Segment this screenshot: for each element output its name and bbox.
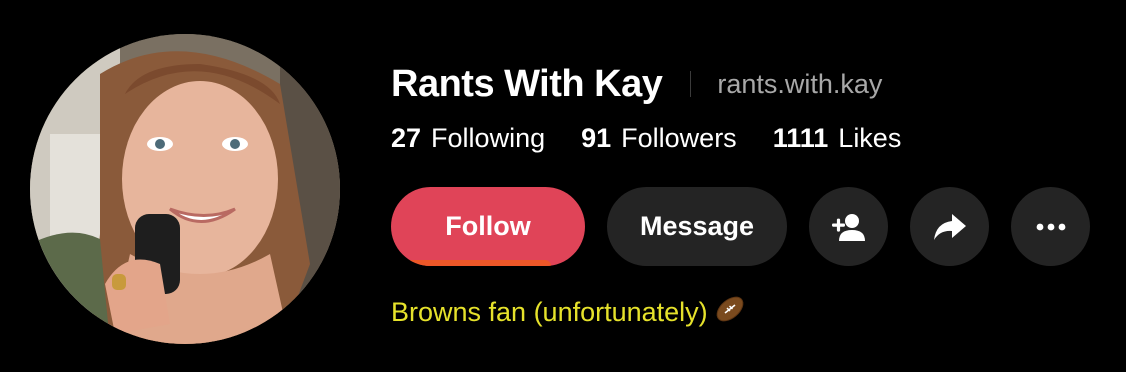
bio: Browns fan (unfortunately) (391, 294, 1111, 331)
following-count: 27 (391, 122, 422, 153)
name-row: Rants With Kay rants.with.kay (391, 56, 1111, 112)
followers-count: 91 (581, 122, 612, 153)
action-buttons: Follow Message (391, 187, 1111, 266)
divider (690, 71, 692, 97)
follow-button-accent (401, 260, 551, 266)
likes-label: Likes (838, 122, 902, 153)
stats-row: 27 Following 91 Followers 1111 Likes (391, 118, 1111, 158)
bio-text: Browns fan (unfortunately) (391, 297, 708, 327)
stat-following[interactable]: 27 Following (391, 123, 545, 154)
following-label: Following (431, 122, 546, 153)
add-friend-button[interactable] (809, 187, 888, 266)
add-user-icon (831, 213, 865, 241)
profile-page: Rants With Kay rants.with.kay 27 Followi… (0, 0, 1126, 372)
follow-button[interactable]: Follow (391, 187, 585, 266)
followers-label: Followers (621, 122, 737, 153)
football-icon (714, 294, 746, 331)
profile-info: Rants With Kay rants.with.kay 27 Followi… (391, 56, 1111, 331)
message-label: Message (639, 211, 755, 241)
avatar-photo (30, 34, 340, 344)
stat-likes: 1111 Likes (773, 123, 902, 154)
follow-label: Follow (445, 211, 531, 241)
more-button[interactable] (1011, 187, 1090, 266)
username: rants.with.kay (717, 68, 883, 99)
more-icon (1036, 223, 1065, 230)
share-button[interactable] (910, 187, 989, 266)
avatar[interactable] (30, 34, 340, 344)
display-name: Rants With Kay (391, 62, 663, 105)
message-button[interactable]: Message (607, 187, 787, 266)
share-icon (933, 213, 966, 240)
stat-followers[interactable]: 91 Followers (581, 123, 737, 154)
likes-count: 1111 (772, 122, 829, 153)
